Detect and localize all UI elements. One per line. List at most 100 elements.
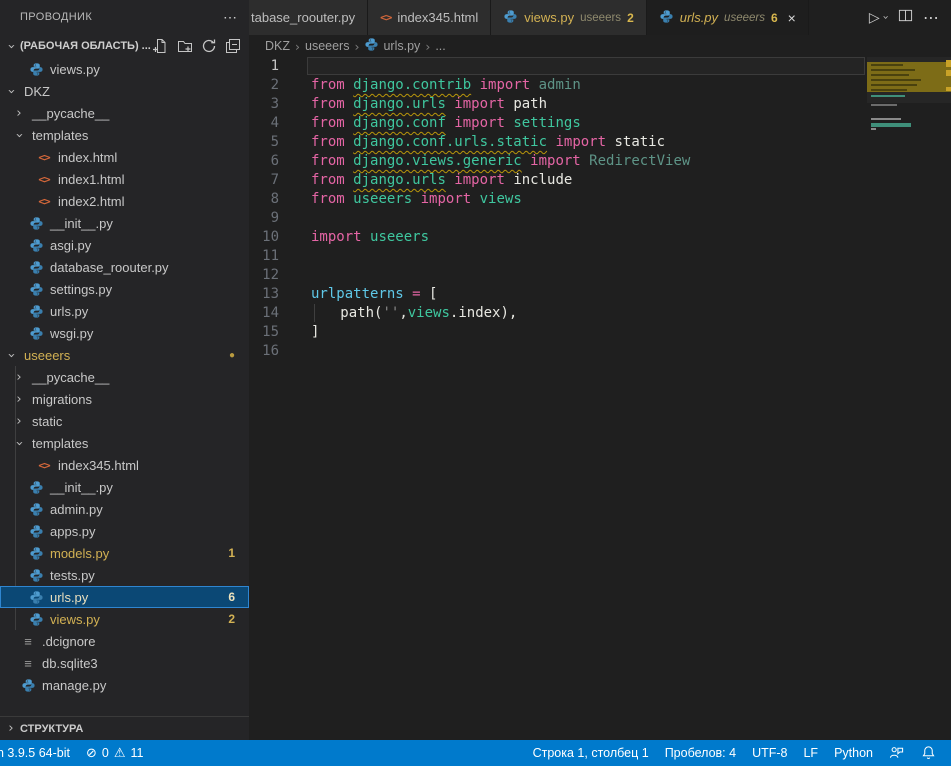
tree-item-urls-py[interactable]: urls.py6 (0, 586, 249, 608)
status-cursor-position[interactable]: Строка 1, столбец 1 (533, 746, 649, 760)
line-number[interactable]: 16 (249, 342, 299, 361)
tab-urls-py[interactable]: urls.pyuseeers6× (647, 0, 809, 35)
workspace-name: (РАБОЧАЯ ОБЛАСТЬ) ... (20, 40, 151, 52)
tree-item-urls-py[interactable]: urls.py (0, 300, 249, 322)
code-line-7[interactable]: 7from django.urls import include (249, 171, 951, 190)
code-line-8[interactable]: 8from useeers import views (249, 190, 951, 209)
outline-section-header[interactable]: › СТРУКТУРА (0, 716, 249, 740)
status-language-mode[interactable]: Python (834, 746, 873, 760)
status-problems[interactable]: ⊘0⚠11 (86, 746, 144, 761)
tree-item-index345-html[interactable]: <>index345.html (0, 454, 249, 476)
status-indentation[interactable]: Пробелов: 4 (665, 746, 736, 760)
code-editor[interactable]: 12from django.contrib import admin3from … (249, 57, 951, 740)
tree-item-index-html[interactable]: <>index.html (0, 146, 249, 168)
tab-views-py[interactable]: views.pyuseeers2 (491, 0, 646, 35)
minimap[interactable] (867, 57, 951, 387)
code-line-6[interactable]: 6from django.views.generic import Redire… (249, 152, 951, 171)
line-number[interactable]: 5 (249, 133, 299, 152)
tree-item-views-py[interactable]: views.py2 (0, 608, 249, 630)
indent-guide (15, 454, 16, 476)
main-row: ПРОВОДНИК ⋯ › (РАБОЧАЯ ОБЛАСТЬ) ... view… (0, 0, 951, 740)
line-number[interactable]: 2 (249, 76, 299, 95)
line-number[interactable]: 11 (249, 247, 299, 266)
tree-item-settings-py[interactable]: settings.py (0, 278, 249, 300)
tree-item-static[interactable]: ›static (0, 410, 249, 432)
line-number[interactable]: 1 (249, 57, 299, 76)
tree-item-asgi-py[interactable]: asgi.py (0, 234, 249, 256)
code-line-2[interactable]: 2from django.contrib import admin (249, 76, 951, 95)
chevron-down-icon: › (4, 39, 19, 53)
tree-item-useeers[interactable]: ›useeers● (0, 344, 249, 366)
tree-item-apps-py[interactable]: apps.py (0, 520, 249, 542)
breadcrumb-item-useeers[interactable]: useeers (305, 39, 349, 53)
line-number[interactable]: 12 (249, 266, 299, 285)
refresh-icon[interactable] (201, 38, 217, 54)
code-line-13[interactable]: 13urlpatterns = [ (249, 285, 951, 304)
close-icon[interactable]: × (788, 10, 796, 26)
line-number[interactable]: 14 (249, 304, 299, 323)
collapse-all-icon[interactable] (225, 38, 241, 54)
tree-item--init-py[interactable]: __init__.py (0, 476, 249, 498)
code-line-11[interactable]: 11 (249, 247, 951, 266)
status-notifications[interactable] (921, 745, 937, 761)
tree-item--pycache-[interactable]: ›__pycache__ (0, 366, 249, 388)
code-line-5[interactable]: 5from django.conf.urls.static import sta… (249, 133, 951, 152)
line-number[interactable]: 8 (249, 190, 299, 209)
line-number[interactable]: 15 (249, 323, 299, 342)
python-icon (28, 303, 44, 319)
breadcrumb-item-urls-py[interactable]: urls.py (364, 37, 420, 55)
tree-item-wsgi-py[interactable]: wsgi.py (0, 322, 249, 344)
tree-item-index1-html[interactable]: <>index1.html (0, 168, 249, 190)
tree-item-DKZ[interactable]: ›DKZ (0, 80, 249, 102)
code-line-1[interactable]: 1 (249, 57, 951, 76)
tree-item-tests-py[interactable]: tests.py (0, 564, 249, 586)
warning-icon: ⚠ (114, 746, 126, 761)
line-number[interactable]: 10 (249, 228, 299, 247)
split-editor-button[interactable] (898, 8, 913, 27)
tree-item-models-py[interactable]: models.py1 (0, 542, 249, 564)
tree-item-migrations[interactable]: ›migrations (0, 388, 249, 410)
breadcrumb-item--[interactable]: ... (435, 39, 445, 53)
python-icon (28, 567, 44, 583)
status-feedback[interactable] (889, 745, 905, 761)
new-file-icon[interactable] (153, 38, 169, 54)
line-number[interactable]: 4 (249, 114, 299, 133)
tree-item-database-roouter-py[interactable]: database_roouter.py (0, 256, 249, 278)
run-button[interactable]: ▷ (869, 10, 880, 26)
tree-item-views-py[interactable]: views.py (0, 58, 249, 80)
line-number[interactable]: 3 (249, 95, 299, 114)
tree-item-index2-html[interactable]: <>index2.html (0, 190, 249, 212)
more-horizontal-icon[interactable]: ⋯ (223, 9, 237, 26)
tree-item-manage-py[interactable]: manage.py (0, 674, 249, 696)
code-line-12[interactable]: 12 (249, 266, 951, 285)
line-number[interactable]: 13 (249, 285, 299, 304)
tree-item-templates[interactable]: ›templates (0, 432, 249, 454)
code-line-14[interactable]: 14 path('',views.index), (249, 304, 951, 323)
tree-item-templates[interactable]: ›templates (0, 124, 249, 146)
breadcrumb-item-DKZ[interactable]: DKZ (265, 39, 290, 53)
tab-tabase-roouter-py[interactable]: tabase_roouter.py (249, 0, 368, 35)
status-eol[interactable]: LF (803, 746, 818, 760)
tree-item-label: migrations (32, 392, 92, 407)
run-dropdown-button[interactable]: › (879, 15, 892, 19)
status-encoding[interactable]: UTF-8 (752, 746, 787, 760)
code-line-15[interactable]: 15] (249, 323, 951, 342)
editor-more-button[interactable]: ⋯ (923, 8, 939, 27)
line-number[interactable]: 9 (249, 209, 299, 228)
tree-item--init-py[interactable]: __init__.py (0, 212, 249, 234)
line-number[interactable]: 7 (249, 171, 299, 190)
code-line-4[interactable]: 4from django.conf import settings (249, 114, 951, 133)
code-line-10[interactable]: 10import useeers (249, 228, 951, 247)
status-python-version[interactable]: n 3.9.5 64-bit (0, 746, 70, 760)
code-line-9[interactable]: 9 (249, 209, 951, 228)
line-number[interactable]: 6 (249, 152, 299, 171)
tree-item--pycache-[interactable]: ›__pycache__ (0, 102, 249, 124)
tab-index345-html[interactable]: <>index345.html (368, 0, 491, 35)
tree-item-db-sqlite3[interactable]: ≡db.sqlite3 (0, 652, 249, 674)
new-folder-icon[interactable] (177, 38, 193, 54)
tree-item-admin-py[interactable]: admin.py (0, 498, 249, 520)
code-line-16[interactable]: 16 (249, 342, 951, 361)
code-line-3[interactable]: 3from django.urls import path (249, 95, 951, 114)
workspace-section-header[interactable]: › (РАБОЧАЯ ОБЛАСТЬ) ... (0, 34, 249, 58)
tree-item--dcignore[interactable]: ≡.dcignore (0, 630, 249, 652)
